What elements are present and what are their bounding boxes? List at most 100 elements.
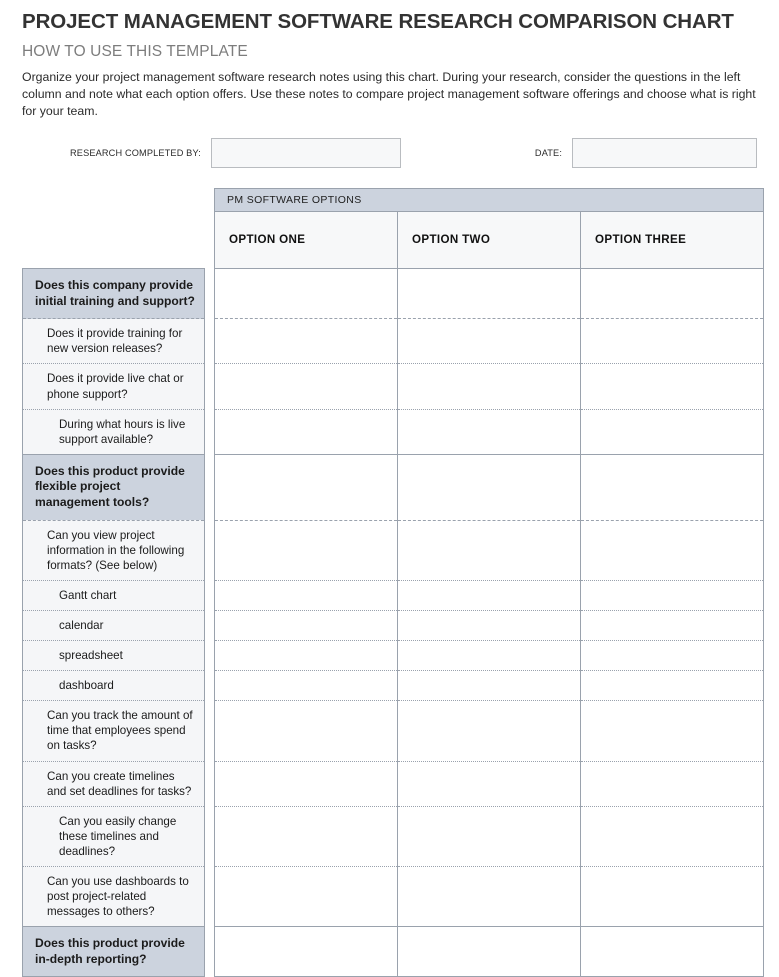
answer-cell[interactable] <box>397 453 581 521</box>
table-row: Does it provide live chat or phone suppo… <box>22 363 764 410</box>
answer-cell[interactable] <box>214 519 398 581</box>
table-row: Does this product provide flexible proje… <box>22 453 764 521</box>
section-question-cell: Does this company provide initial traini… <box>22 267 205 319</box>
table-row: Can you view project information in the … <box>22 519 764 581</box>
column-header-option-three: OPTION THREE <box>580 211 764 269</box>
answer-cell[interactable] <box>397 363 581 410</box>
answer-cell[interactable] <box>397 670 581 701</box>
document-header: PROJECT MANAGEMENT SOFTWARE RESEARCH COM… <box>0 0 779 121</box>
answer-cell[interactable] <box>397 760 581 807</box>
answer-cell[interactable] <box>214 670 398 701</box>
sub-question-cell: Gantt chart <box>22 580 205 611</box>
answer-cell[interactable] <box>397 640 581 671</box>
answer-cell[interactable] <box>580 926 764 977</box>
researcher-input[interactable] <box>210 137 401 168</box>
row-spacer <box>204 580 215 611</box>
answer-cell[interactable] <box>214 760 398 807</box>
answer-cell[interactable] <box>397 318 581 364</box>
answer-cell[interactable] <box>214 408 398 455</box>
sub-question-cell: Does it provide training for new version… <box>22 318 205 364</box>
banner-spacer <box>204 188 215 212</box>
answer-cell[interactable] <box>580 363 764 410</box>
answer-cell[interactable] <box>580 519 764 581</box>
answer-cell[interactable] <box>397 580 581 611</box>
pm-software-options-banner: PM SOFTWARE OPTIONS <box>214 187 764 212</box>
comparison-table: PM SOFTWARE OPTIONS OPTION ONE OPTION TW… <box>22 187 764 977</box>
sub-question-cell: dashboard <box>22 670 205 701</box>
answer-cell[interactable] <box>580 760 764 807</box>
answer-cell[interactable] <box>397 610 581 641</box>
intro-paragraph: Organize your project management softwar… <box>22 69 756 119</box>
sub-question-cell: Can you create timelines and set deadlin… <box>22 760 205 807</box>
section-question-cell: Does this product provide in-depth repor… <box>22 926 205 977</box>
answer-cell[interactable] <box>214 805 398 867</box>
answer-cell[interactable] <box>580 610 764 641</box>
table-row: Can you use dashboards to post project-r… <box>22 865 764 927</box>
answer-cell[interactable] <box>580 670 764 701</box>
row-spacer <box>204 670 215 701</box>
table-head: PM SOFTWARE OPTIONS OPTION ONE OPTION TW… <box>22 187 764 269</box>
column-header-option-one: OPTION ONE <box>214 211 398 269</box>
answer-cell[interactable] <box>580 267 764 319</box>
answer-cell[interactable] <box>397 805 581 867</box>
row-spacer <box>204 926 215 977</box>
page-root: PROJECT MANAGEMENT SOFTWARE RESEARCH COM… <box>0 0 779 977</box>
answer-cell[interactable] <box>397 408 581 455</box>
table-row: Gantt chart <box>22 580 764 611</box>
date-label: DATE: <box>534 147 563 158</box>
row-spacer <box>204 409 215 455</box>
answer-cell[interactable] <box>214 700 398 762</box>
date-input[interactable] <box>572 137 757 168</box>
answer-cell[interactable] <box>580 865 764 927</box>
answer-cell[interactable] <box>397 926 581 977</box>
banner-left-gap <box>22 188 205 212</box>
answer-cell[interactable] <box>580 318 764 364</box>
meta-row: RESEARCH COMPLETED BY: DATE: <box>0 137 779 168</box>
answer-cell[interactable] <box>580 700 764 762</box>
table-row: spreadsheet <box>22 640 764 671</box>
answer-cell[interactable] <box>214 865 398 927</box>
page-subtitle: HOW TO USE THIS TEMPLATE <box>22 42 248 60</box>
row-spacer <box>204 268 215 319</box>
answer-cell[interactable] <box>397 865 581 927</box>
row-spacer <box>204 700 215 762</box>
researcher-label: RESEARCH COMPLETED BY: <box>70 147 201 158</box>
answer-cell[interactable] <box>397 700 581 762</box>
comparison-table-wrapper: PM SOFTWARE OPTIONS OPTION ONE OPTION TW… <box>0 187 779 977</box>
answer-cell[interactable] <box>214 640 398 671</box>
sub-question-cell: During what hours is live support availa… <box>22 408 205 455</box>
row-spacer <box>204 761 215 807</box>
answer-cell[interactable] <box>214 318 398 364</box>
answer-cell[interactable] <box>214 580 398 611</box>
row-spacer <box>204 866 215 927</box>
table-body: Does this company provide initial traini… <box>22 267 764 977</box>
column-header-option-two: OPTION TWO <box>397 211 581 269</box>
answer-cell[interactable] <box>580 453 764 521</box>
sub-question-cell: Does it provide live chat or phone suppo… <box>22 363 205 410</box>
answer-cell[interactable] <box>580 580 764 611</box>
answer-cell[interactable] <box>214 267 398 319</box>
column-header-row: OPTION ONE OPTION TWO OPTION THREE <box>22 211 764 269</box>
answer-cell[interactable] <box>397 267 581 319</box>
row-spacer <box>204 806 215 867</box>
answer-cell[interactable] <box>214 926 398 977</box>
row-spacer <box>204 610 215 641</box>
answer-cell[interactable] <box>580 408 764 455</box>
answer-cell[interactable] <box>214 453 398 521</box>
table-row: Can you create timelines and set deadlin… <box>22 760 764 807</box>
answer-cell[interactable] <box>214 610 398 641</box>
row-spacer <box>204 318 215 364</box>
table-row: Can you easily change these timelines an… <box>22 805 764 867</box>
answer-cell[interactable] <box>580 640 764 671</box>
table-row: Does this company provide initial traini… <box>22 267 764 319</box>
page-title: PROJECT MANAGEMENT SOFTWARE RESEARCH COM… <box>22 10 734 33</box>
answer-cell[interactable] <box>580 805 764 867</box>
sub-question-cell: Can you use dashboards to post project-r… <box>22 865 205 927</box>
sub-question-cell: Can you track the amount of time that em… <box>22 700 205 762</box>
sub-question-cell: Can you easily change these timelines an… <box>22 805 205 867</box>
sub-question-cell: spreadsheet <box>22 640 205 671</box>
answer-cell[interactable] <box>397 519 581 581</box>
table-row: Can you track the amount of time that em… <box>22 700 764 762</box>
section-question-cell: Does this product provide flexible proje… <box>22 453 205 521</box>
answer-cell[interactable] <box>214 363 398 410</box>
